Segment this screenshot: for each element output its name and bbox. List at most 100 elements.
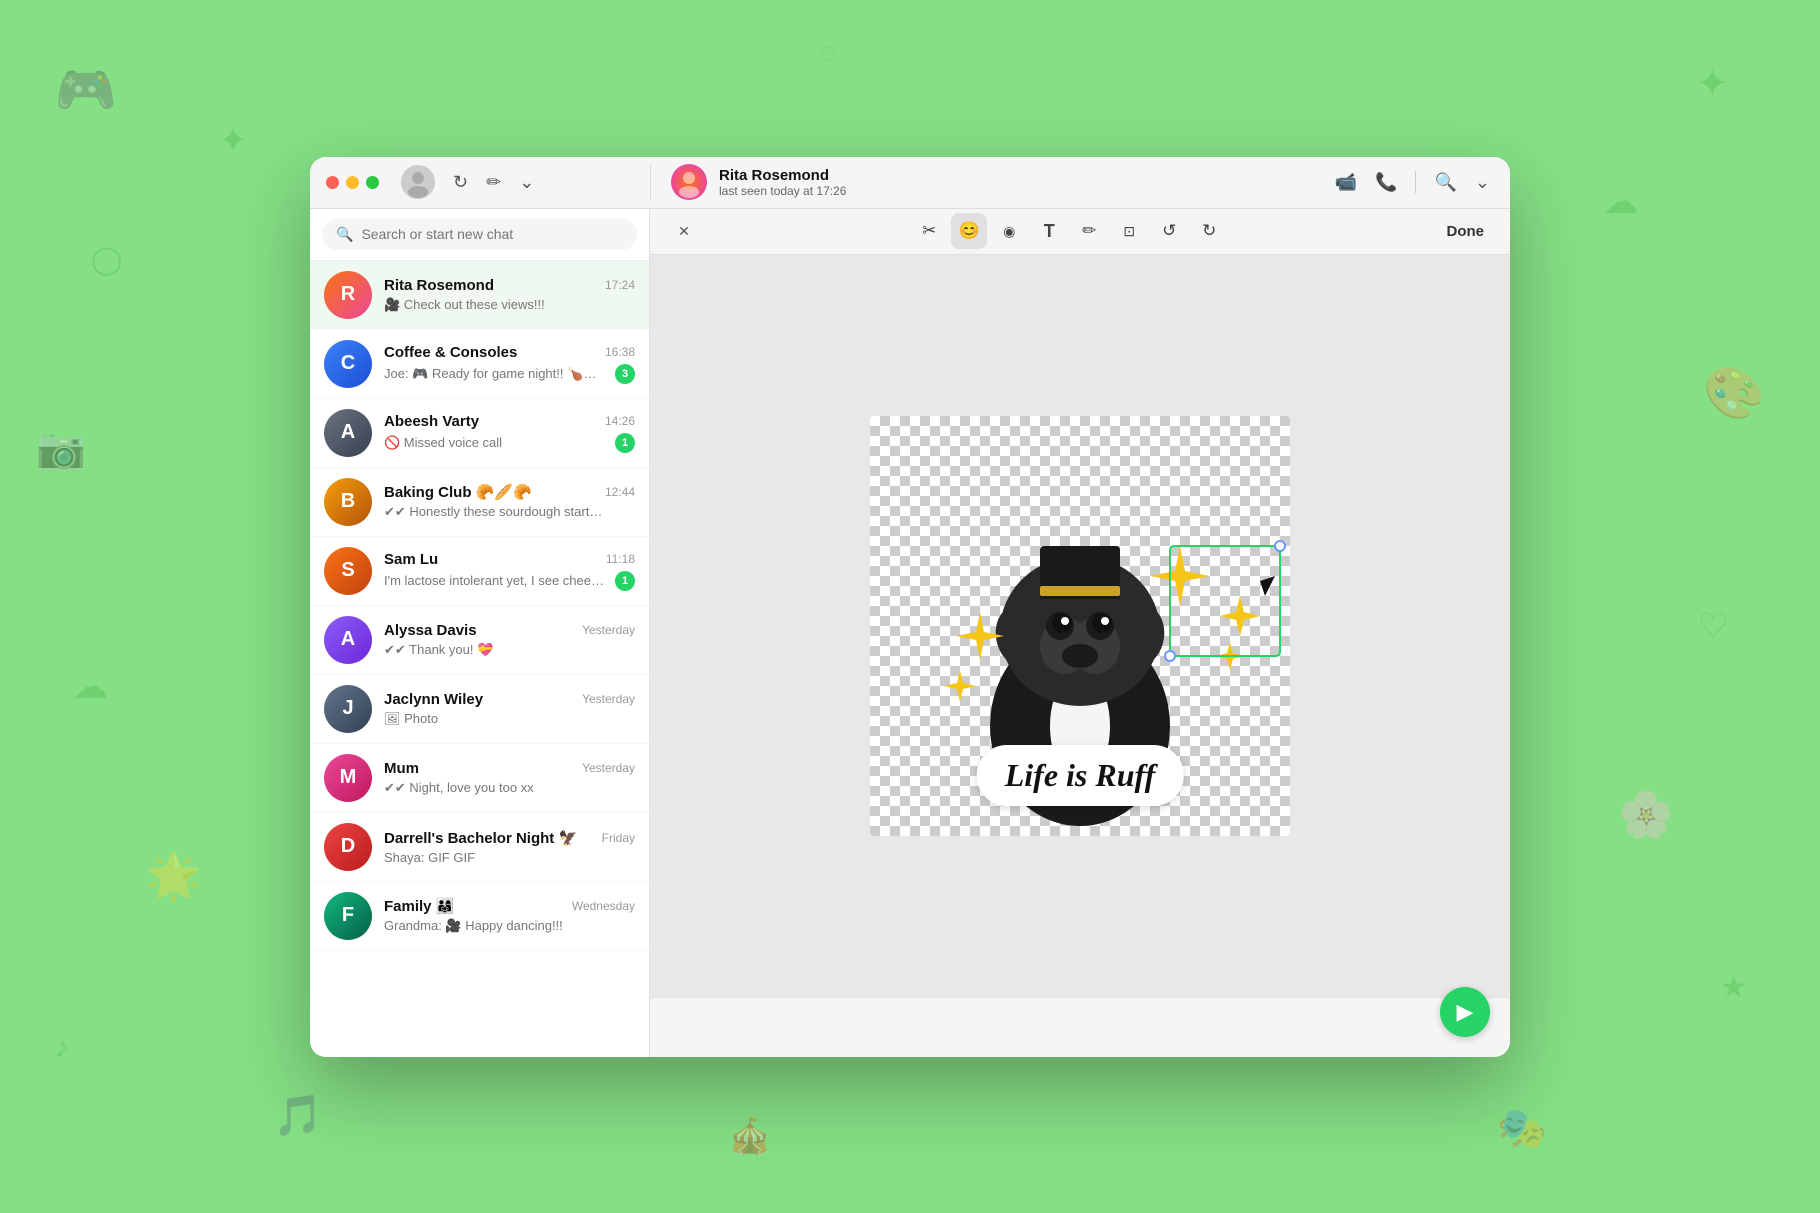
search-input-wrap[interactable]: 🔍: [322, 219, 637, 250]
chat-item-baking[interactable]: B Baking Club 🥐🥖🥐 12:44 ✔✔ Honestly thes…: [310, 468, 649, 537]
chat-name-abeesh: Abeesh Varty: [384, 413, 479, 430]
crop-tool[interactable]: ⊡: [1111, 213, 1147, 249]
chat-time-family: Wednesday: [572, 899, 635, 913]
traffic-lights: [326, 176, 379, 189]
chat-info-coffee: Coffee & Consoles 16:38 Joe: 🎮 Ready for…: [384, 344, 635, 384]
search-chat-icon[interactable]: 🔍: [1434, 172, 1456, 193]
contact-status: last seen today at 17:26: [719, 184, 846, 198]
chat-item-coffee[interactable]: C Coffee & Consoles 16:38 Joe: 🎮 Ready f…: [310, 330, 649, 399]
search-bar: 🔍: [310, 209, 649, 261]
chat-name-sam: Sam Lu: [384, 551, 438, 568]
chat-avatar-family: F: [324, 892, 372, 940]
chat-item-abeesh[interactable]: A Abeesh Varty 14:26 🚫 Missed voice call…: [310, 399, 649, 468]
chat-preview-coffee: Joe: 🎮 Ready for game night!! 🍗🎬🍿: [384, 366, 604, 382]
chat-avatar-coffee: C: [324, 340, 372, 388]
chat-name-baking: Baking Club 🥐🥖🥐: [384, 483, 532, 501]
phone-call-icon[interactable]: 📞: [1375, 172, 1397, 193]
chat-panel: ✕ ✂ 😊 ◉ T ✏ ⊡ ↺ ↻ Done: [650, 209, 1510, 1057]
chat-info-abeesh: Abeesh Varty 14:26 🚫 Missed voice call 1: [384, 413, 635, 453]
chat-item-darrells[interactable]: D Darrell's Bachelor Night 🦅 Friday Shay…: [310, 813, 649, 882]
chat-avatar-baking: B: [324, 478, 372, 526]
chat-name-jaclynn: Jaclynn Wiley: [384, 691, 483, 708]
sticker-text-badge: Life is Ruff: [977, 745, 1184, 806]
chat-name-mum: Mum: [384, 760, 419, 777]
more-options-icon[interactable]: ⌄: [1475, 172, 1490, 193]
avatar-initials: S: [324, 547, 372, 595]
maximize-button[interactable]: [366, 176, 379, 189]
avatar-initials: J: [324, 685, 372, 733]
avatar-initials: C: [324, 340, 372, 388]
canvas-area: Life is Ruff: [650, 255, 1510, 997]
avatar-initials: A: [324, 616, 372, 664]
chat-contact-avatar[interactable]: [671, 164, 707, 200]
redo-tool[interactable]: ↻: [1191, 213, 1227, 249]
video-call-icon[interactable]: 📹: [1335, 172, 1357, 193]
avatar-initials: R: [324, 271, 372, 319]
chat-input-area: [650, 997, 1510, 1057]
search-input[interactable]: [361, 226, 623, 242]
title-bar-right: Rita Rosemond last seen today at 17:26 📹…: [650, 164, 1510, 200]
emoji-tool[interactable]: 😊: [951, 213, 987, 249]
chat-name-rita: Rita Rosemond: [384, 277, 494, 294]
sticker-canvas: Life is Ruff: [870, 416, 1290, 836]
unread-badge-coffee: 3: [615, 364, 635, 384]
chat-time-baking: 12:44: [605, 485, 635, 499]
chat-avatar-mum: M: [324, 754, 372, 802]
unread-badge-abeesh: 1: [615, 433, 635, 453]
chat-item-mum[interactable]: M Mum Yesterday ✔✔ Night, love you too x…: [310, 744, 649, 813]
chat-time-jaclynn: Yesterday: [582, 692, 635, 706]
chat-time-coffee: 16:38: [605, 345, 635, 359]
close-editor-button[interactable]: ✕: [666, 213, 702, 249]
chat-preview-mum: ✔✔ Night, love you too xx: [384, 780, 534, 796]
send-button[interactable]: ▶: [1440, 987, 1490, 1037]
chat-avatar-rita: R: [324, 271, 372, 319]
divider: [1415, 171, 1416, 193]
title-bar-left: ↻ ✏ ⌄: [310, 165, 650, 199]
chat-name-family: Family 👨‍👩‍👧: [384, 897, 454, 915]
undo-tool[interactable]: ↺: [1151, 213, 1187, 249]
chat-preview-jaclynn: 🖼 Photo: [384, 711, 438, 727]
chat-name-coffee: Coffee & Consoles: [384, 344, 517, 361]
avatar-initials: B: [324, 478, 372, 526]
chat-item-sam[interactable]: S Sam Lu 11:18 I'm lactose intolerant ye…: [310, 537, 649, 606]
chat-header-info: Rita Rosemond last seen today at 17:26: [671, 164, 846, 200]
chat-time-rita: 17:24: [605, 278, 635, 292]
chat-preview-sam: I'm lactose intolerant yet, I see cheese…: [384, 573, 604, 588]
chat-info-sam: Sam Lu 11:18 I'm lactose intolerant yet,…: [384, 551, 635, 591]
chat-item-alyssa[interactable]: A Alyssa Davis Yesterday ✔✔ Thank you! 💝: [310, 606, 649, 675]
sticker-tool[interactable]: ◉: [991, 213, 1027, 249]
profile-avatar[interactable]: [401, 165, 435, 199]
chat-item-family[interactable]: F Family 👨‍👩‍👧 Wednesday Grandma: 🎥 Happ…: [310, 882, 649, 951]
avatar-initials: A: [324, 409, 372, 457]
chat-time-alyssa: Yesterday: [582, 623, 635, 637]
search-icon: 🔍: [336, 226, 353, 243]
chat-name-alyssa: Alyssa Davis: [384, 622, 477, 639]
avatar-initials: M: [324, 754, 372, 802]
done-button[interactable]: Done: [1437, 217, 1495, 246]
chat-time-mum: Yesterday: [582, 761, 635, 775]
chat-time-darrells: Friday: [602, 831, 635, 845]
chat-list: R Rita Rosemond 17:24 🎥 Check out these …: [310, 261, 649, 1057]
chat-header-actions: 📹 📞 🔍 ⌄: [1335, 171, 1490, 193]
chat-avatar-darrells: D: [324, 823, 372, 871]
avatar-initials: D: [324, 823, 372, 871]
scissors-tool[interactable]: ✂: [911, 213, 947, 249]
close-button[interactable]: [326, 176, 339, 189]
contact-name: Rita Rosemond: [719, 167, 846, 184]
chat-info-rita: Rita Rosemond 17:24 🎥 Check out these vi…: [384, 277, 635, 313]
avatar-initials: F: [324, 892, 372, 940]
chat-preview-family: Grandma: 🎥 Happy dancing!!!: [384, 918, 563, 934]
refresh-icon[interactable]: ↻: [453, 172, 468, 193]
pen-tool[interactable]: ✏: [1071, 213, 1107, 249]
compose-icon[interactable]: ✏: [486, 172, 501, 193]
chevron-down-icon[interactable]: ⌄: [519, 172, 534, 193]
chat-avatar-sam: S: [324, 547, 372, 595]
chat-time-sam: 11:18: [606, 552, 635, 566]
chat-time-abeesh: 14:26: [605, 414, 635, 428]
chat-avatar-jaclynn: J: [324, 685, 372, 733]
chat-preview-baking: ✔✔ Honestly these sourdough starters are…: [384, 504, 604, 520]
minimize-button[interactable]: [346, 176, 359, 189]
text-tool[interactable]: T: [1031, 213, 1067, 249]
chat-item-jaclynn[interactable]: J Jaclynn Wiley Yesterday 🖼 Photo: [310, 675, 649, 744]
chat-item-rita[interactable]: R Rita Rosemond 17:24 🎥 Check out these …: [310, 261, 649, 330]
